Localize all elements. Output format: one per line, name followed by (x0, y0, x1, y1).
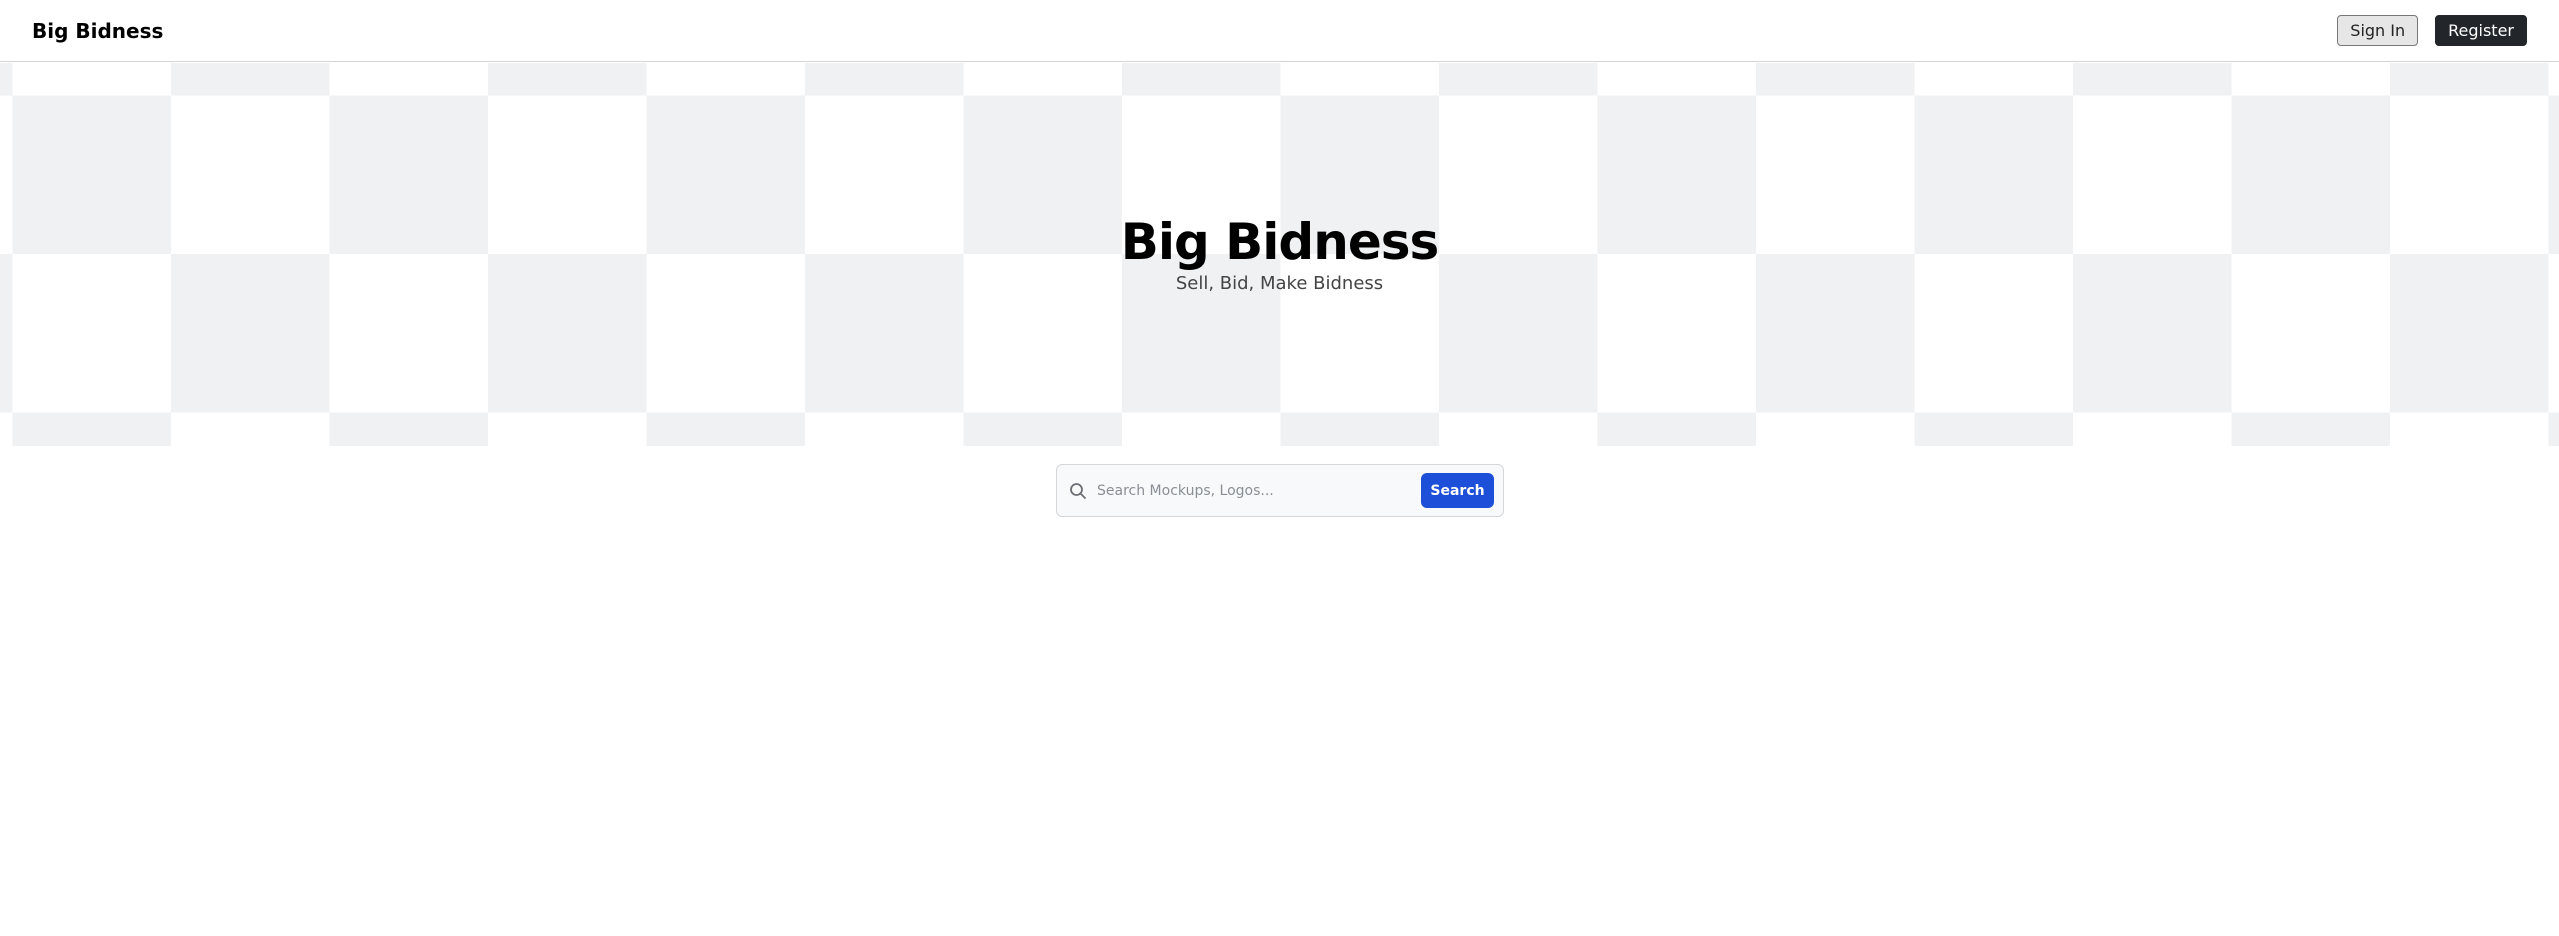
hero-title: Big Bidness (1120, 213, 1440, 271)
hero-subtitle: Sell, Bid, Make Bidness (1175, 273, 1384, 294)
search-button[interactable]: Search (1421, 473, 1494, 508)
register-button[interactable]: Register (2435, 15, 2527, 46)
hero-content: Big Bidness Sell, Bid, Make Bidness (0, 63, 2559, 446)
navbar: Big Bidness Sign In Register (0, 0, 2559, 62)
nav-actions: Sign In Register (2337, 15, 2527, 46)
search-icon (1067, 480, 1089, 502)
sign-in-button[interactable]: Sign In (2337, 15, 2419, 46)
brand-logo[interactable]: Big Bidness (32, 19, 163, 43)
search-input[interactable] (1089, 472, 1421, 509)
search-bar: Search (1056, 464, 1504, 517)
hero-banner: Big Bidness Sell, Bid, Make Bidness (0, 63, 2559, 446)
